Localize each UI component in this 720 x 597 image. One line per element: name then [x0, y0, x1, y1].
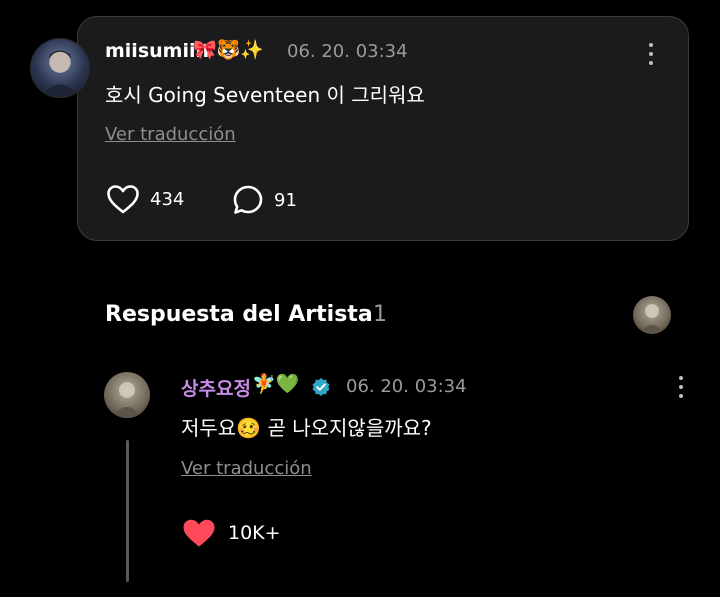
- reply-translate-link[interactable]: Ver traducción: [181, 458, 312, 479]
- post-translate-link[interactable]: Ver traducción: [105, 124, 236, 145]
- reply-like-button[interactable]: 10K+: [182, 518, 281, 548]
- post-like-count: 434: [150, 188, 185, 210]
- post-like-button[interactable]: 434: [106, 184, 184, 214]
- reply-more-options-button[interactable]: [674, 373, 688, 401]
- comment-bubble-icon: [233, 185, 263, 214]
- artist-avatar-small[interactable]: [633, 296, 671, 334]
- reply-like-count: 10K+: [228, 522, 281, 544]
- artist-name-emojis: 🧚💚: [252, 373, 300, 395]
- more-vertical-icon: [649, 43, 653, 47]
- reply-timestamp: 06. 20. 03:34: [346, 376, 467, 397]
- user-avatar[interactable]: [30, 38, 90, 98]
- thread-line: [126, 440, 129, 582]
- post-timestamp: 06. 20. 03:34: [287, 41, 408, 62]
- artist-reply-section-title: Respuesta del Artista: [105, 302, 373, 327]
- heart-outline-icon: [107, 185, 139, 214]
- artist-name[interactable]: 상추요정: [181, 374, 251, 401]
- post-more-options-button[interactable]: [644, 40, 658, 68]
- verified-badge-icon: [312, 378, 330, 396]
- artist-reply-count: 1: [373, 302, 387, 327]
- post-text: 호시 Going Seventeen 이 그리워요: [105, 83, 425, 107]
- reply-text: 저두요🥴 곧 나오지않을까요?: [181, 416, 432, 440]
- artist-avatar[interactable]: [104, 372, 150, 418]
- username-emojis: 🎀🐯✨: [193, 39, 264, 61]
- heart-filled-icon: [183, 519, 215, 547]
- post-comment-count: 91: [274, 189, 297, 211]
- more-vertical-icon: [679, 376, 683, 380]
- post-comment-button[interactable]: 91: [232, 184, 297, 216]
